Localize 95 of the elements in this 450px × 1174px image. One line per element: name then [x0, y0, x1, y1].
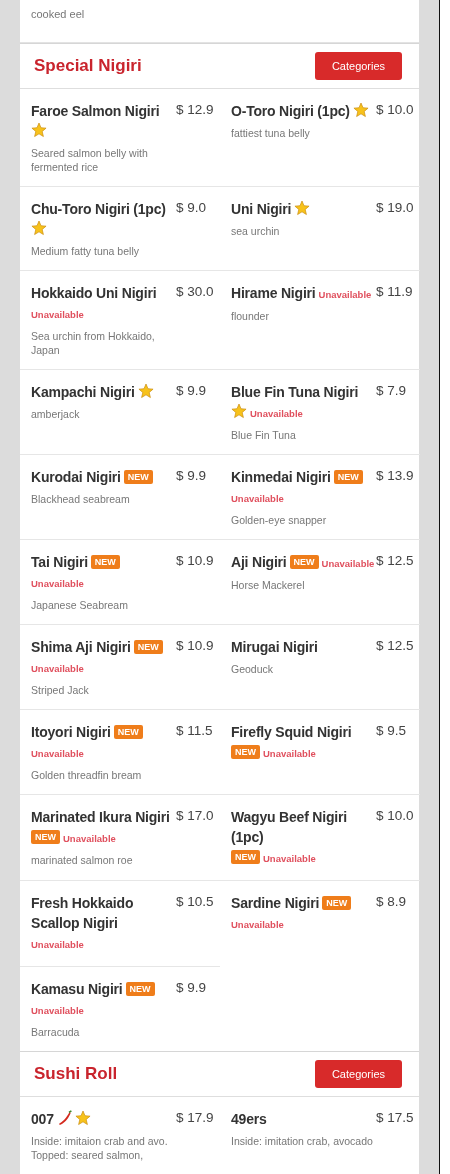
item-name[interactable]: Sardine Nigiri	[231, 893, 320, 913]
unavailable-label: Unavailable	[263, 747, 316, 761]
item-description: Medium fatty tuna belly	[31, 244, 140, 258]
new-badge: NEW	[31, 830, 60, 844]
unavailable-label: Unavailable	[31, 747, 84, 761]
item-name[interactable]: Shima Aji Nigiri	[31, 637, 131, 657]
unavailable-label: Unavailable	[250, 407, 303, 421]
item-price: $ 9.9	[176, 979, 208, 997]
item-description: fattiest tuna belly	[231, 126, 311, 140]
item-price: $ 17.0	[176, 807, 215, 825]
item-description: Inside: imitaion crab and avo. Topped: seared salmon,	[31, 1134, 169, 1162]
item-name[interactable]: Kinmedai Nigiri	[231, 467, 331, 487]
item-price: $ 10.0	[376, 101, 415, 119]
item-description: Seared salmon belly with fermented rice	[31, 146, 149, 174]
item-name[interactable]: Kamasu Nigiri	[31, 979, 123, 999]
item-name[interactable]: Blue Fin Tuna Nigiri	[231, 382, 359, 402]
categories-button[interactable]: Categories	[315, 1060, 402, 1088]
new-badge: NEW	[231, 745, 260, 759]
item-description: flounder	[231, 309, 270, 323]
item-name[interactable]: Hokkaido Uni Nigiri	[31, 283, 157, 303]
item-description: Golden-eye snapper	[231, 513, 328, 527]
item-price: $ 13.9	[376, 467, 415, 485]
item-name[interactable]: Firefly Squid Nigiri	[231, 722, 352, 742]
item-price: $ 12.5	[376, 552, 415, 570]
item-price: $ 10.9	[176, 637, 215, 655]
unavailable-label: Unavailable	[63, 832, 116, 846]
item-description: Geoduck	[231, 662, 275, 676]
unavailable-label: Unavailable	[321, 557, 375, 571]
item-description: Blackhead seabream	[31, 492, 131, 506]
new-badge: NEW	[322, 896, 352, 910]
unavailable-label: Unavailable	[231, 918, 284, 932]
item-price: $ 9.5	[376, 722, 408, 740]
item-price: $ 9.0	[176, 199, 208, 217]
item-description: Golden threadfin bream	[31, 768, 143, 782]
item-description: Barracuda	[31, 1025, 81, 1039]
unavailable-label: Unavailable	[31, 577, 84, 591]
item-price: $ 8.9	[376, 893, 408, 911]
item-name[interactable]: 007	[31, 1109, 54, 1129]
item-price: $ 10.5	[176, 893, 215, 911]
item-description: Sea urchin from Hokkaido, Japan	[31, 329, 156, 357]
new-badge: NEW	[289, 555, 319, 569]
item-name[interactable]: Marinated Ikura Nigiri	[31, 807, 170, 827]
item-name[interactable]: Wagyu Beef Nigiri (1pc)	[231, 807, 372, 847]
item-price: $ 12.9	[176, 101, 215, 119]
item-price: $ 9.9	[176, 467, 208, 485]
item-name[interactable]: Chu-Toro Nigiri (1pc)	[31, 199, 166, 219]
item-price: $ 11.9	[376, 283, 414, 301]
new-badge: NEW	[113, 725, 143, 739]
item-description: Striped Jack	[31, 683, 90, 697]
unavailable-label: Unavailable	[31, 1004, 84, 1018]
item-price: $ 30.0	[176, 283, 215, 301]
unavailable-label: Unavailable	[231, 492, 284, 506]
item-price: $ 17.9	[176, 1109, 215, 1127]
categories-button[interactable]: Categories	[315, 52, 402, 80]
item-description: Japanese Seabream	[31, 598, 129, 612]
item-price: $ 10.9	[176, 552, 215, 570]
item-price: $ 10.0	[376, 807, 415, 825]
item-price: $ 9.9	[176, 382, 208, 400]
new-badge: NEW	[125, 982, 155, 996]
item-name[interactable]: Kurodai Nigiri	[31, 467, 121, 487]
unavailable-label: Unavailable	[263, 852, 316, 866]
item-description: cooked eel	[31, 8, 85, 20]
item-name[interactable]: Kampachi Nigiri	[31, 382, 135, 402]
unavailable-label: Unavailable	[31, 662, 84, 676]
item-name[interactable]: Itoyori Nigiri	[31, 722, 111, 742]
item-description: Horse Mackerel	[231, 578, 306, 592]
item-name[interactable]: 49ers	[231, 1109, 267, 1129]
item-name[interactable]: Tai Nigiri	[31, 552, 88, 572]
item-price: $ 19.0	[376, 199, 415, 217]
unavailable-label: Unavailable	[31, 308, 84, 322]
item-name[interactable]: Fresh Hokkaido Scallop Nigiri	[31, 893, 172, 933]
item-name[interactable]: Aji Nigiri	[231, 552, 287, 572]
item-price: $ 17.5	[376, 1109, 415, 1127]
new-badge: NEW	[133, 640, 163, 654]
item-description: amberjack	[31, 407, 81, 421]
item-price: $ 7.9	[376, 382, 408, 400]
item-name[interactable]: O-Toro Nigiri (1pc)	[231, 101, 350, 121]
new-badge: NEW	[231, 850, 260, 864]
item-name[interactable]: Faroe Salmon Nigiri	[31, 101, 160, 121]
item-price: $ 12.5	[376, 637, 415, 655]
item-description: marinated salmon roe	[31, 853, 134, 867]
item-description: sea urchin	[231, 224, 281, 238]
section-title: Sushi Roll	[34, 1064, 118, 1084]
item-name[interactable]: Uni Nigiri	[231, 199, 292, 219]
item-name[interactable]: Mirugai Nigiri	[231, 637, 318, 657]
new-badge: NEW	[123, 470, 153, 484]
item-description: Inside: imitation crab, avocado	[231, 1134, 374, 1148]
item-name[interactable]: Hirame Nigiri	[231, 283, 316, 303]
unavailable-label: Unavailable	[318, 288, 372, 302]
unavailable-label: Unavailable	[31, 938, 84, 952]
item-description: Blue Fin Tuna	[231, 428, 297, 442]
new-badge: NEW	[90, 555, 120, 569]
item-price: $ 11.5	[176, 722, 214, 740]
section-title: Special Nigiri	[34, 56, 142, 76]
new-badge: NEW	[333, 470, 363, 484]
